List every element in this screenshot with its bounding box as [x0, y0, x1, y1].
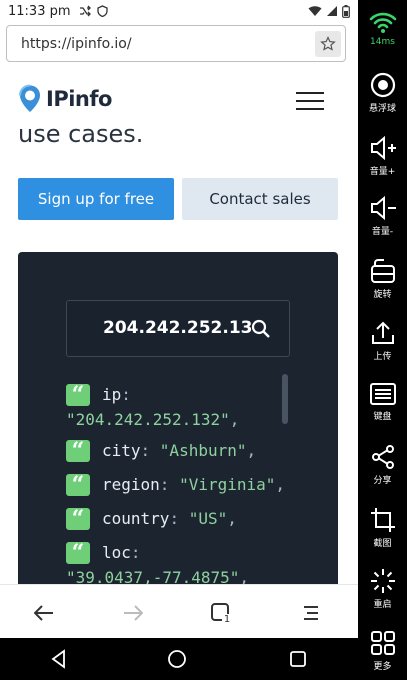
arrow-right-icon [124, 605, 143, 621]
record-icon [370, 72, 395, 98]
browser-menu-button[interactable] [299, 601, 323, 625]
volume-down-icon [370, 195, 396, 221]
search-icon[interactable] [251, 319, 271, 339]
nav-back-icon[interactable] [48, 648, 70, 670]
grid-icon [370, 631, 395, 655]
json-row-city: “ city: "Ashburn", [66, 438, 286, 472]
signal-icon [327, 6, 337, 16]
bookmark-star-button[interactable] [315, 31, 341, 57]
json-row-region: “ region: "Virginia", [66, 472, 286, 506]
logo-text: IPinfo [46, 87, 112, 111]
latency-label: 14ms [370, 37, 395, 47]
volume-down-button[interactable]: 音量- [358, 195, 407, 237]
menu-line-icon [296, 108, 324, 110]
star-icon [320, 36, 336, 51]
hero-heading: use cases. [18, 120, 144, 148]
menu-lines-icon [304, 606, 318, 620]
ip-search-field[interactable]: 204.242.252.132 [66, 300, 290, 357]
json-key: region [102, 475, 160, 494]
keyboard-icon [369, 383, 396, 405]
nav-recents-icon[interactable] [287, 648, 309, 670]
screenshot-button[interactable]: 截图 [358, 507, 407, 549]
loading-icon [370, 569, 395, 593]
restart-button[interactable]: 重启 [358, 568, 407, 610]
side-label: 键盘 [373, 412, 392, 422]
side-label: 音量+ [369, 167, 396, 177]
quote-icon: “ [66, 474, 90, 496]
volume-up-button[interactable]: 音量+ [358, 135, 407, 177]
upload-icon [371, 321, 394, 344]
phone-screen: 11:33 pm https://ipinfo.io/ IPinfo use c… [0, 0, 358, 680]
ip-search-value[interactable]: 204.242.252.132 [103, 318, 253, 338]
svg-text:1: 1 [224, 614, 230, 623]
menu-line-icon [296, 92, 324, 94]
arrow-left-icon [34, 605, 53, 621]
wifi-indicator: 14ms [358, 10, 407, 47]
more-button[interactable]: 更多 [358, 630, 407, 672]
battery-icon [342, 4, 350, 18]
floating-ball-button[interactable]: 悬浮球 [358, 72, 407, 114]
share-icon [371, 445, 394, 469]
location-pin-icon [19, 84, 40, 112]
side-label: 重启 [373, 600, 392, 610]
status-time: 11:33 pm [8, 3, 71, 19]
json-key: country [102, 509, 170, 528]
quote-icon: “ [66, 384, 90, 406]
json-value: "204.242.252.132" [66, 410, 230, 429]
back-button[interactable] [32, 601, 56, 625]
upload-button[interactable]: 上传 [358, 320, 407, 362]
signup-button[interactable]: Sign up for free [18, 178, 174, 220]
side-label: 分享 [373, 476, 392, 486]
browser-toolbar: 1 [0, 584, 358, 638]
contact-sales-button[interactable]: Contact sales [182, 178, 338, 220]
side-label: 音量- [371, 227, 394, 237]
json-value: "Ashburn" [159, 441, 247, 460]
side-label: 上传 [373, 352, 392, 362]
hamburger-menu-button[interactable] [296, 92, 324, 110]
quote-icon: “ [66, 508, 90, 530]
shuffle-icon [79, 5, 91, 17]
tabs-button[interactable]: 1 [210, 601, 234, 625]
side-label: 旋转 [373, 290, 392, 300]
status-bar: 11:33 pm [0, 0, 358, 22]
forward-button[interactable] [121, 601, 145, 625]
json-key: loc [102, 543, 131, 562]
json-value: "Virginia" [179, 475, 276, 494]
side-label: 悬浮球 [368, 104, 396, 114]
side-label: 更多 [373, 662, 392, 672]
quote-icon: “ [66, 440, 90, 462]
json-key: ip [102, 385, 122, 404]
quote-icon: “ [66, 542, 90, 564]
nav-home-icon[interactable] [166, 648, 188, 670]
rotate-icon [370, 259, 395, 283]
ipinfo-logo[interactable]: IPinfo [18, 84, 112, 114]
share-button[interactable]: 分享 [358, 444, 407, 486]
volume-up-icon [370, 135, 396, 161]
side-label: 截图 [373, 539, 392, 549]
menu-line-icon [296, 100, 324, 102]
address-bar[interactable]: https://ipinfo.io/ [6, 25, 346, 62]
tabs-icon: 1 [211, 603, 232, 623]
side-control-panel: 14ms 悬浮球 音量+ 音量- 旋转 上传 键盘 分享 截图 重启 更多 [358, 0, 407, 680]
json-key: city [102, 441, 141, 460]
android-nav-bar [0, 638, 358, 680]
json-row-ip: “ ip: "204.242.252.132", [66, 382, 240, 429]
keyboard-button[interactable]: 键盘 [358, 382, 407, 422]
json-response: “ ip: "204.242.252.132", “ city: "Ashbur… [66, 382, 286, 596]
wifi-status-icon [308, 6, 322, 16]
crop-icon [370, 508, 395, 532]
json-row-country: “ country: "US", [66, 506, 286, 540]
vpn-shield-icon [96, 5, 108, 17]
url-text[interactable]: https://ipinfo.io/ [21, 36, 132, 52]
rotate-button[interactable]: 旋转 [358, 258, 407, 300]
wifi-icon [369, 12, 396, 33]
json-value: "US" [188, 509, 228, 528]
